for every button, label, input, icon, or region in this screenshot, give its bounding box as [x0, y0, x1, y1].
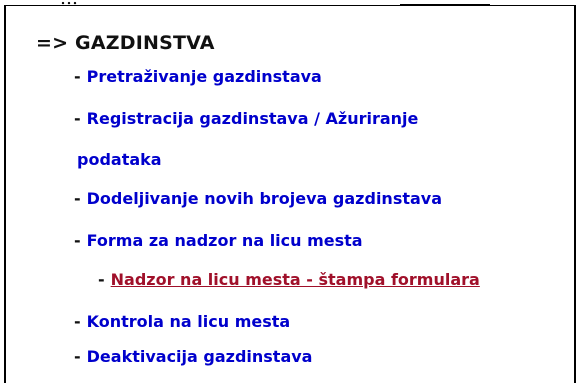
dash-marker: -: [74, 189, 81, 208]
dash-marker: -: [74, 231, 81, 250]
link-dodeljivanje-brojeva[interactable]: Dodeljivanje novih brojeva gazdinstava: [87, 189, 442, 208]
link-pretrazivanje-gazdinstava[interactable]: Pretraživanje gazdinstava: [87, 67, 322, 86]
dash-marker: -: [74, 109, 81, 128]
menu-item-deaktivacija[interactable]: - Deaktivacija gazdinstava: [74, 348, 312, 366]
dash-marker: -: [74, 67, 81, 86]
link-registracija-continuation[interactable]: podataka: [77, 151, 162, 169]
link-deaktivacija-gazdinstava[interactable]: Deaktivacija gazdinstava: [87, 347, 313, 366]
dash-marker: -: [74, 347, 81, 366]
menu-item-forma-nadzor[interactable]: - Forma za nadzor na licu mesta: [74, 232, 363, 250]
link-kontrola-na-licu-mesta[interactable]: Kontrola na licu mesta: [87, 312, 291, 331]
section-header: => GAZDINSTVA: [36, 32, 215, 54]
menu-item-registracija[interactable]: - Registracija gazdinstava / Ažuriranje: [74, 110, 418, 128]
link-forma-za-nadzor[interactable]: Forma za nadzor na licu mesta: [87, 231, 363, 250]
menu-item-kontrola[interactable]: - Kontrola na licu mesta: [74, 313, 290, 331]
menu-item-pretrazivanje[interactable]: - Pretraživanje gazdinstava: [74, 68, 322, 86]
link-registracija-gazdinstava[interactable]: Registracija gazdinstava / Ažuriranje: [87, 109, 419, 128]
menu-item-dodeljivanje[interactable]: - Dodeljivanje novih brojeva gazdinstava: [74, 190, 442, 208]
menu-item-nadzor-stampa[interactable]: - Nadzor na licu mesta - štampa formulara: [98, 271, 480, 289]
link-nadzor-stampa-formulara[interactable]: Nadzor na licu mesta - štampa formulara: [111, 270, 480, 289]
dash-marker: -: [98, 270, 105, 289]
dash-marker: -: [74, 312, 81, 331]
